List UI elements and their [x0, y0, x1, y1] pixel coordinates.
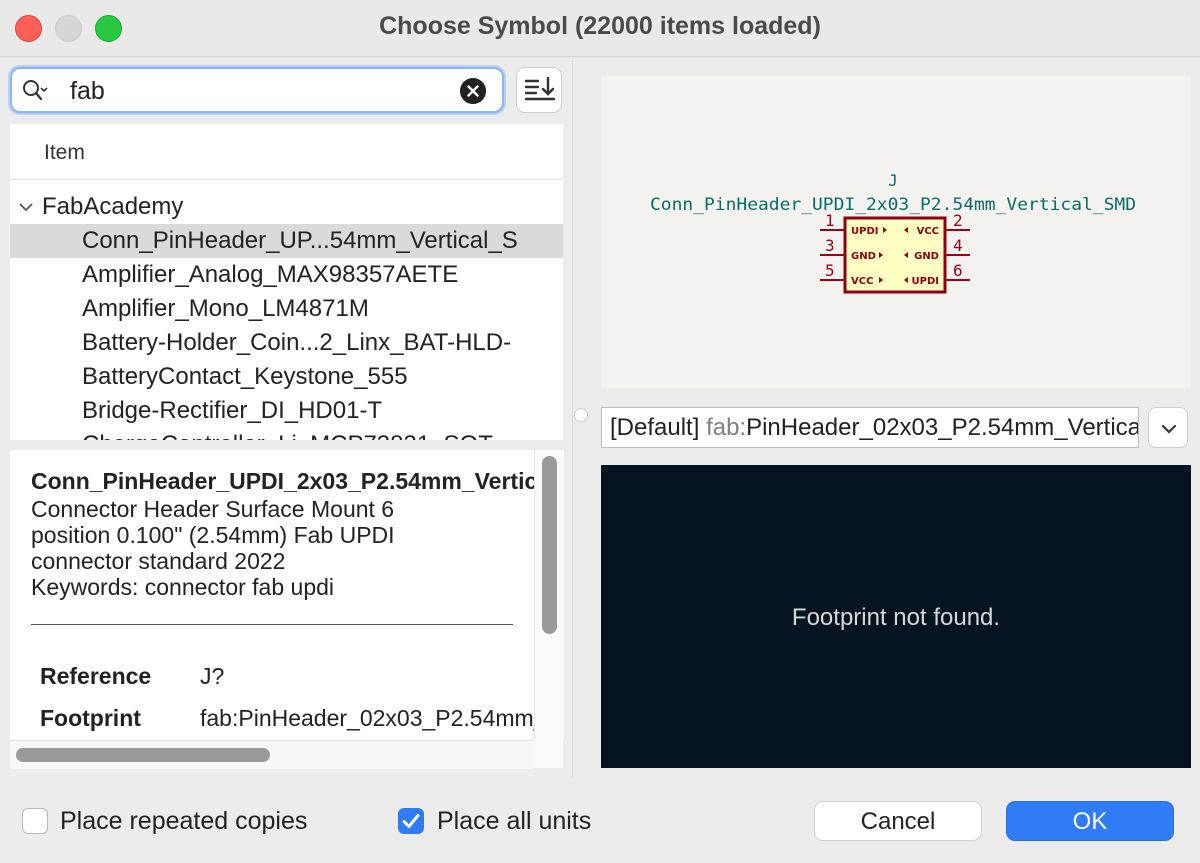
list-item[interactable]: BatteryContact_Keystone_555: [10, 360, 563, 394]
details-vertical-scrollbar[interactable]: [534, 450, 564, 740]
symbol-reference: J: [888, 171, 898, 190]
pin-name: VCC: [917, 226, 939, 237]
list-item[interactable]: Battery-Holder_Coin...2_Linx_BAT-HLD-: [10, 326, 563, 360]
field-key-reference: Reference: [40, 663, 152, 689]
scroll-thumb[interactable]: [542, 456, 557, 634]
place-repeated-checkbox[interactable]: [22, 808, 48, 834]
checkmark-icon: [402, 814, 420, 828]
window-title: Choose Symbol (22000 items loaded): [379, 12, 821, 40]
splitter-handle[interactable]: [574, 408, 588, 422]
footprint-name: PinHeader_02x03_P2.54mm_Vertical_SMD: [746, 414, 1139, 441]
tree-group-fabacademy[interactable]: FabAcademy: [10, 190, 563, 224]
column-header-item: Item: [44, 141, 85, 164]
place-repeated-label[interactable]: Place repeated copies: [60, 807, 307, 836]
field-value-footprint: fab:PinHeader_02x03_P2.54mm_Vertical_SMD: [200, 705, 534, 731]
list-item[interactable]: Bridge-Rectifier_DI_HD01-T: [10, 394, 563, 428]
ok-button[interactable]: OK: [1006, 801, 1174, 841]
list-item[interactable]: Amplifier_Mono_LM4871M: [10, 292, 563, 326]
title-bar: Choose Symbol (22000 items loaded): [0, 0, 1200, 57]
symbol-tree[interactable]: Item FabAcademy Conn_PinHeader_UP...54mm…: [10, 124, 563, 440]
footprint-default-prefix: [Default]: [610, 414, 700, 441]
details-horizontal-scrollbar[interactable]: [10, 740, 534, 769]
search-box[interactable]: [10, 67, 504, 113]
list-item[interactable]: ChargeController_Li_MCP73831_SOT: [10, 428, 563, 440]
scroll-corner: [534, 740, 563, 768]
chevron-down-icon: [1161, 424, 1177, 434]
divider: [31, 624, 513, 625]
footprint-select[interactable]: [Default] fab:PinHeader_02x03_P2.54mm_Ve…: [601, 407, 1139, 448]
search-icon[interactable]: [22, 79, 48, 103]
pin-name: GND: [914, 251, 939, 262]
pin-name: UPDI: [851, 226, 878, 237]
symbol-value: Conn_PinHeader_UPDI_2x03_P2.54mm_Vertica…: [650, 195, 1136, 215]
description-line: connector standard 2022: [31, 548, 286, 574]
field-key-footprint: Footprint: [40, 705, 141, 731]
pin-number: 2: [953, 211, 963, 230]
footprint-dropdown-button[interactable]: [1148, 407, 1188, 448]
pin-name: UPDI: [912, 276, 939, 287]
pin-number: 5: [825, 261, 835, 280]
list-item[interactable]: Amplifier_Analog_MAX98357AETE: [10, 258, 563, 292]
symbol-details: Conn_PinHeader_UPDI_2x03_P2.54mm_Vertica…: [10, 450, 534, 740]
footprint-preview: Footprint not found.: [601, 465, 1191, 768]
search-input[interactable]: [68, 75, 462, 107]
tree-header[interactable]: Item: [10, 124, 563, 180]
description-line: position 0.100" (2.54mm) Fab UPDI: [31, 522, 395, 548]
cancel-button[interactable]: Cancel: [814, 801, 982, 841]
pin-number: 3: [825, 236, 835, 255]
symbol-name: Conn_PinHeader_UPDI_2x03_P2.54mm_Vertica…: [31, 468, 534, 494]
pin-number: 4: [953, 236, 963, 255]
pin-number: 6: [953, 261, 963, 280]
group-label: FabAcademy: [42, 193, 184, 220]
pin-number: 1: [825, 211, 835, 230]
footprint-library: fab:: [706, 414, 747, 441]
place-all-units-label[interactable]: Place all units: [437, 807, 591, 836]
description-line: Connector Header Surface Mount 6: [31, 496, 395, 522]
keywords-line: Keywords: connector fab updi: [31, 574, 335, 600]
symbol-canvas: J Conn_PinHeader_UPDI_2x03_P2.54mm_Verti…: [650, 171, 1136, 294]
field-value-reference: J?: [200, 663, 225, 689]
footprint-message: Footprint not found.: [791, 604, 1001, 631]
pin-name: GND: [851, 251, 876, 262]
chevron-down-icon[interactable]: [18, 201, 34, 213]
sort-button[interactable]: [516, 67, 562, 113]
place-all-units-checkbox[interactable]: [398, 808, 424, 834]
symbol-preview: J Conn_PinHeader_UPDI_2x03_P2.54mm_Verti…: [601, 76, 1191, 388]
sort-descending-icon: [524, 76, 556, 101]
pin-name: VCC: [851, 276, 873, 287]
list-item[interactable]: Conn_PinHeader_UP...54mm_Vertical_S: [10, 224, 563, 258]
clear-icon[interactable]: [460, 78, 486, 104]
scroll-thumb[interactable]: [16, 748, 270, 762]
